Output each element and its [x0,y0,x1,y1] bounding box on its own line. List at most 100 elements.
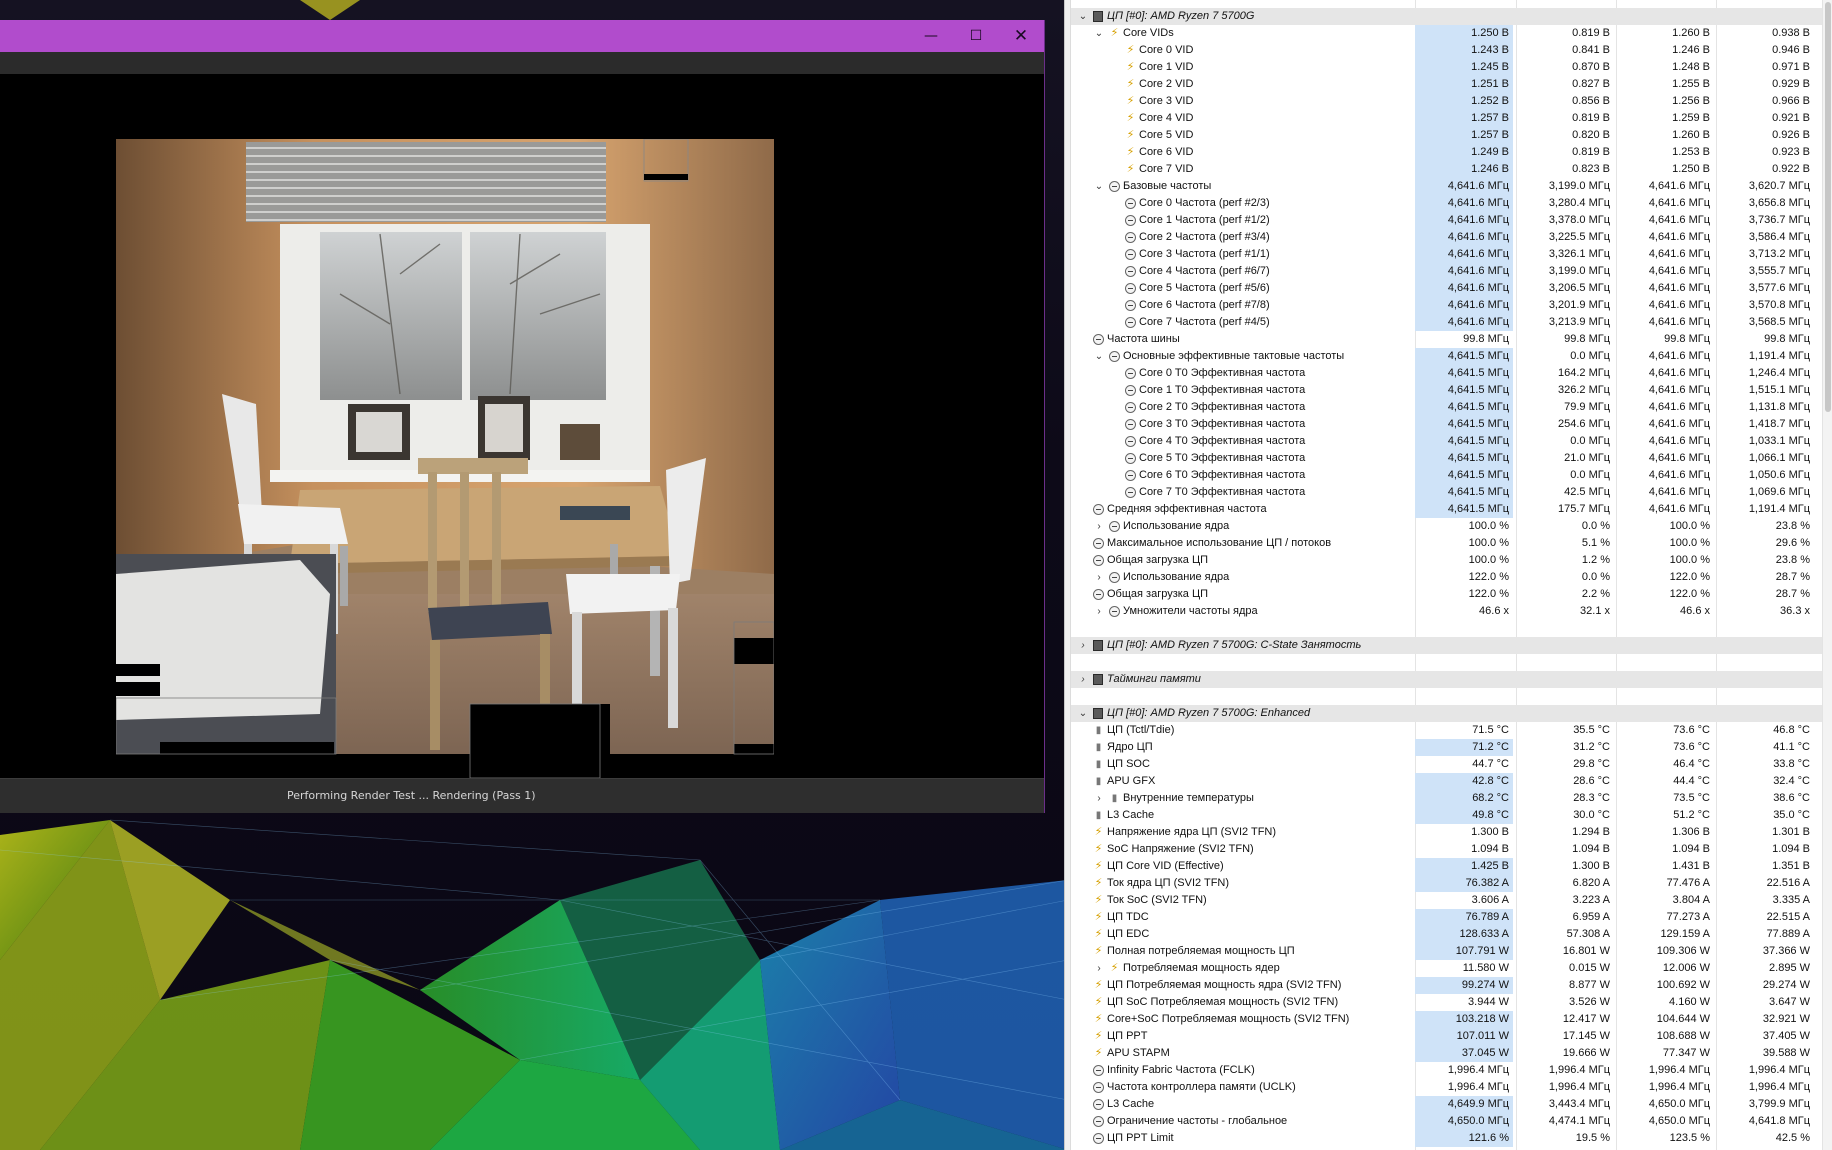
sensor-row[interactable]: ▮ ЦП (Tctl/Tdie) 71.5 °C 35.5 °C 73.6 °C 46.8… [1071,722,1823,739]
sensor-row[interactable]: ⚡ Core 0 VID 1.243 В 0.841 В 1.246 В 0.946 В [1071,42,1823,59]
sensor-row[interactable]: ⚡ Core 6 VID 1.249 В 0.819 В 1.253 В 0.923 В [1071,144,1823,161]
sensor-row[interactable]: Core 5 T0 Эффективная частота 4,641.5 МГц… [1071,450,1823,467]
vertical-scrollbar[interactable] [1822,0,1832,1150]
sensor-row[interactable]: ⌄ Основные эффективные тактовые частоты 4,… [1071,348,1823,365]
clock-icon [1125,470,1136,481]
maximize-button[interactable]: ☐ [953,20,999,52]
sensor-row[interactable]: › Умножители частоты ядра 46.6 x 32.1 x 46.6… [1071,603,1823,620]
sensor-row[interactable]: ЦП PPT Limit 121.6 % 19.5 % 123.5 % 42.5 % [1071,1130,1823,1147]
sensor-row[interactable]: ⚡ ЦП Потребляемая мощность ядра (SVI2 TFN… [1071,977,1823,994]
desktop: — ☐ ✕ Performing Render Test ... Renderi… [0,0,1832,1150]
sensor-row[interactable]: ⚡ APU STAPM 37.045 W 19.666 W 77.347 W 39.588… [1071,1045,1823,1062]
sensor-row[interactable]: ⚡ ЦП Core VID (Effective) 1.425 В 1.300 В 1.… [1071,858,1823,875]
sensor-row[interactable]: › Использование ядра 122.0 % 0.0 % 122.0 % 28… [1071,569,1823,586]
sensor-value-max: 46.6 x [1680,605,1710,617]
sensor-row[interactable]: Core 4 Частота (perf #6/7) 4,641.6 МГц 3,1… [1071,263,1823,280]
chevron-right-icon[interactable]: › [1093,518,1105,535]
chevron-right-icon[interactable]: › [1077,671,1089,688]
sensor-row[interactable]: Core 3 Частота (perf #1/1) 4,641.6 МГц 3,3… [1071,246,1823,263]
sensor-row[interactable]: Core 1 T0 Эффективная частота 4,641.5 МГц… [1071,382,1823,399]
chevron-right-icon[interactable]: › [1093,960,1105,977]
chevron-down-icon[interactable]: ⌄ [1093,348,1105,365]
sensor-label: Core 7 VID [1139,163,1194,175]
sensor-row[interactable]: ▮ L3 Cache 49.8 °C 30.0 °C 51.2 °C 35.0 °C [1071,807,1823,824]
sensor-value-min: 30.0 °C [1573,809,1610,821]
sensor-row[interactable]: › ⚡ Потребляемая мощность ядер 11.580 W 0.01… [1071,960,1823,977]
sensor-group-header[interactable]: › Тайминги памяти [1071,671,1823,688]
sensor-value-avg: 0.971 В [1772,61,1810,73]
sensor-row[interactable]: Infinity Fabric Частота (FCLK) 1,996.4 МГ… [1071,1062,1823,1079]
sensor-row[interactable]: Core 0 Частота (perf #2/3) 4,641.6 МГц 3,2… [1071,195,1823,212]
sensor-row[interactable]: Core 6 T0 Эффективная частота 4,641.5 МГц… [1071,467,1823,484]
chevron-right-icon[interactable]: › [1093,569,1105,586]
sensor-row[interactable]: Core 5 Частота (perf #5/6) 4,641.6 МГц 3,2… [1071,280,1823,297]
sensor-value-current: 71.5 °C [1472,724,1509,736]
sensor-row[interactable]: Core 7 Частота (perf #4/5) 4,641.6 МГц 3,2… [1071,314,1823,331]
minimize-button[interactable]: — [908,20,954,52]
sensor-row[interactable]: Core 2 Частота (perf #3/4) 4,641.6 МГц 3,2… [1071,229,1823,246]
chevron-down-icon[interactable]: ⌄ [1077,8,1089,25]
sensor-row[interactable]: ⚡ Core 4 VID 1.257 В 0.819 В 1.259 В 0.921 В [1071,110,1823,127]
sensor-value-min: 3,326.1 МГц [1548,248,1610,260]
sensor-row[interactable]: Средняя эффективная частота 4,641.5 МГц 17… [1071,501,1823,518]
sensor-group-header[interactable]: ⌄ ЦП [#0]: AMD Ryzen 7 5700G: Enhanced [1071,705,1823,722]
sensor-row[interactable]: ▮ Ядро ЦП 71.2 °C 31.2 °C 73.6 °C 41.1 °C [1071,739,1823,756]
sensor-group-header[interactable]: ⌄ ЦП [#0]: AMD Ryzen 7 5700G [1071,8,1823,25]
sensor-row[interactable]: Ограничение частоты - глобальное 4,650.0 … [1071,1113,1823,1130]
sensor-value-min: 29.8 °C [1573,758,1610,770]
sensor-row[interactable]: ⚡ ЦП EDC 128.633 A 57.308 A 129.159 A 77.889 … [1071,926,1823,943]
sensor-row[interactable]: Частота контроллера памяти (UCLK) 1,996.4… [1071,1079,1823,1096]
clock-icon [1125,453,1136,464]
chevron-right-icon[interactable]: › [1093,790,1105,807]
chevron-down-icon[interactable]: ⌄ [1093,25,1105,42]
sensor-row[interactable]: Core 6 Частота (perf #7/8) 4,641.6 МГц 3,2… [1071,297,1823,314]
sensor-row[interactable]: Core 4 T0 Эффективная частота 4,641.5 МГц… [1071,433,1823,450]
clock-icon [1125,419,1136,430]
sensor-row[interactable]: ⚡ Напряжение ядра ЦП (SVI2 TFN) 1.300 В 1.2… [1071,824,1823,841]
sensor-value-max: 129.159 A [1660,928,1710,940]
sensor-row[interactable]: ⌄ ⚡ Core VIDs 1.250 В 0.819 В 1.260 В 0.938 В [1071,25,1823,42]
sensor-row[interactable]: Максимальное использование ЦП / потоков 1… [1071,535,1823,552]
sensor-row[interactable]: ⚡ Core 2 VID 1.251 В 0.827 В 1.255 В 0.929 В [1071,76,1823,93]
sensor-row[interactable]: Частота шины 99.8 МГц 99.8 МГц 99.8 МГц 99.8… [1071,331,1823,348]
chevron-right-icon[interactable]: › [1077,637,1089,654]
sensor-group-header[interactable]: › ЦП [#0]: AMD Ryzen 7 5700G: C-State Зан… [1071,637,1823,654]
sensor-row[interactable]: ⌄ Базовые частоты 4,641.6 МГц 3,199.0 МГц 4,… [1071,178,1823,195]
sensor-row[interactable]: Core 7 T0 Эффективная частота 4,641.5 МГц… [1071,484,1823,501]
sensor-row[interactable]: ⚡ ЦП SoC Потребляемая мощность (SVI2 TFN)… [1071,994,1823,1011]
scrollbar-thumb[interactable] [1825,2,1831,412]
sensor-row[interactable]: Core 3 T0 Эффективная частота 4,641.5 МГц… [1071,416,1823,433]
sensor-row[interactable]: Общая загрузка ЦП 100.0 % 1.2 % 100.0 % 23.8… [1071,552,1823,569]
sensor-row[interactable]: Core 2 T0 Эффективная частота 4,641.5 МГц… [1071,399,1823,416]
sensor-row[interactable]: ⚡ Ток SoC (SVI2 TFN) 3.606 A 3.223 A 3.804 A… [1071,892,1823,909]
chevron-right-icon[interactable]: › [1093,603,1105,620]
sensor-row[interactable]: ⚡ Core 5 VID 1.257 В 0.820 В 1.260 В 0.926 В [1071,127,1823,144]
sensor-row[interactable]: ⚡ Core 3 VID 1.252 В 0.856 В 1.256 В 0.966 В [1071,93,1823,110]
window-titlebar[interactable]: — ☐ ✕ [0,20,1044,52]
sensor-row[interactable]: ▮ ЦП SOC 44.7 °C 29.8 °C 46.4 °C 33.8 °C [1071,756,1823,773]
sensor-row[interactable]: ⚡ Core 7 VID 1.246 В 0.823 В 1.250 В 0.922 В [1071,161,1823,178]
sensor-label: ЦП EDC [1107,928,1150,940]
sensor-row[interactable]: ⚡ Полная потребляемая мощность ЦП 107.791 … [1071,943,1823,960]
sensor-row[interactable]: ⚡ Core+SoC Потребляемая мощность (SVI2 TF… [1071,1011,1823,1028]
sensor-value-avg: 3,656.8 МГц [1748,197,1810,209]
sensor-row[interactable]: Core 1 Частота (perf #1/2) 4,641.6 МГц 3,3… [1071,212,1823,229]
sensor-panel: ⌄ ЦП [#0]: AMD Ryzen 7 5700G ⌄ ⚡ Core VIDs 1.… [1064,0,1832,1150]
voltage-icon: ⚡ [1094,928,1103,940]
sensor-label: ЦП (Tctl/Tdie) [1107,724,1175,736]
sensor-row[interactable]: ⚡ ЦП TDC 76.789 A 6.959 A 77.273 A 22.515 A [1071,909,1823,926]
sensor-row[interactable]: ⚡ Ток ядра ЦП (SVI2 TFN) 76.382 A 6.820 A 77… [1071,875,1823,892]
sensor-row[interactable]: › Использование ядра 100.0 % 0.0 % 100.0 % 23… [1071,518,1823,535]
chevron-down-icon[interactable]: ⌄ [1077,705,1089,722]
sensor-row[interactable]: Общая загрузка ЦП 122.0 % 2.2 % 122.0 % 28.7… [1071,586,1823,603]
sensor-row[interactable]: ⚡ SoC Напряжение (SVI2 TFN) 1.094 В 1.094 В… [1071,841,1823,858]
chevron-down-icon[interactable]: ⌄ [1093,178,1105,195]
close-button[interactable]: ✕ [998,20,1044,52]
sensor-label: Основные эффективные тактовые частоты [1123,350,1345,362]
sensor-row[interactable]: ▮ APU GFX 42.8 °C 28.6 °C 44.4 °C 32.4 °C [1071,773,1823,790]
sensor-row[interactable]: › ▮ Внутренние температуры 68.2 °C 28.3 °C 73… [1071,790,1823,807]
sensor-row[interactable]: Core 0 T0 Эффективная частота 4,641.5 МГц… [1071,365,1823,382]
sensor-row[interactable]: ⚡ ЦП PPT 107.011 W 17.145 W 108.688 W 37.405 … [1071,1028,1823,1045]
sensor-row[interactable]: L3 Cache 4,649.9 МГц 3,443.4 МГц 4,650.0 МГ… [1071,1096,1823,1113]
sensor-row[interactable]: ⚡ Core 1 VID 1.245 В 0.870 В 1.248 В 0.971 В [1071,59,1823,76]
